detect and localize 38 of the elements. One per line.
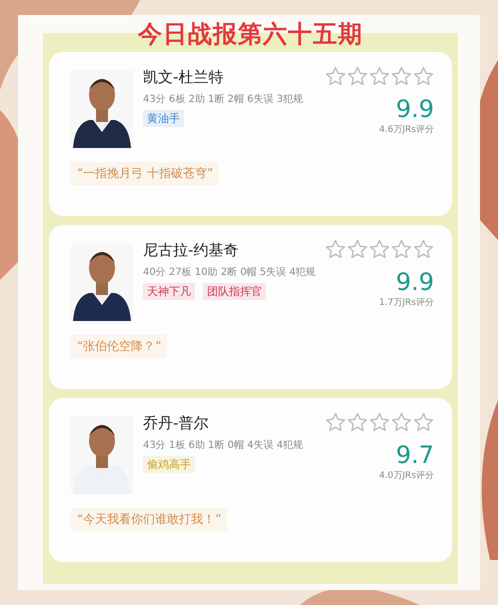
rating-star-icon[interactable] <box>369 66 390 87</box>
rating-count: 1.7万JRs评分 <box>379 296 434 309</box>
player-stats: 43分 1板 6助 1断 0帽 4失误 4犯规 <box>143 438 304 452</box>
player-tag: 黄油手 <box>143 110 184 127</box>
player-stats: 40分 27板 10助 2断 0帽 5失误 4犯规 <box>143 266 317 279</box>
rating-star-icon[interactable] <box>391 239 412 260</box>
player-name: 凯文-杜兰特 <box>143 67 224 88</box>
rating-star-icon[interactable] <box>391 412 412 433</box>
player-quote: “张伯伦空降？” <box>71 335 168 358</box>
rating-star-icon[interactable] <box>369 239 390 260</box>
rating-score: 9.9 <box>396 95 434 123</box>
player-quote: “今天我看你们谁敢打我！” <box>71 508 228 531</box>
rating-count: 4.0万JRs评分 <box>379 470 434 482</box>
rating-star-icon[interactable] <box>325 66 346 87</box>
rating-star-icon[interactable] <box>369 412 390 433</box>
player-name: 尼古拉-约基奇 <box>143 240 240 261</box>
rating-star-icon[interactable] <box>347 66 368 87</box>
rating-score: 9.7 <box>396 441 434 469</box>
report-title: 今日战报第六十五期 <box>136 19 364 49</box>
player-tag: 偷鸡高手 <box>143 456 195 473</box>
player-card[interactable]: 尼古拉-约基奇 40分 27板 10助 2断 0帽 5失误 4犯规 天神下凡 团队指挥官 9.9 1.7万JRs评分 “张伯伦空降？” <box>49 225 452 389</box>
rating-star-icon[interactable] <box>413 66 434 87</box>
player-tag: 团队指挥官 <box>203 283 266 300</box>
rating-star-icon[interactable] <box>413 412 434 433</box>
rating-star-icon[interactable] <box>413 239 434 260</box>
player-name: 乔丹-普尔 <box>143 413 210 434</box>
rating-star-icon[interactable] <box>391 66 412 87</box>
player-stats: 43分 6板 2助 1断 2帽 6失误 3犯规 <box>143 92 304 106</box>
player-tag: 天神下凡 <box>143 283 195 300</box>
rating-count: 4.6万JRs评分 <box>379 124 434 136</box>
player-card[interactable]: 凯文-杜兰特 43分 6板 2助 1断 2帽 6失误 3犯规 黄油手 9.9 4.6万JRs评分 “一指挽月弓 十指破苍穹” <box>49 52 452 216</box>
player-card[interactable]: 乔丹-普尔 43分 1板 6助 1断 0帽 4失误 4犯规 偷鸡高手 9.7 4.0万JRs评分 “今天我看你们谁敢打我！” <box>49 398 452 562</box>
rating-star-icon[interactable] <box>347 239 368 260</box>
rating-star-icon[interactable] <box>325 412 346 433</box>
rating-star-icon[interactable] <box>347 412 368 433</box>
rating-score: 9.9 <box>396 268 434 296</box>
rating-star-icon[interactable] <box>325 239 346 260</box>
player-quote: “一指挽月弓 十指破苍穹” <box>71 162 220 185</box>
